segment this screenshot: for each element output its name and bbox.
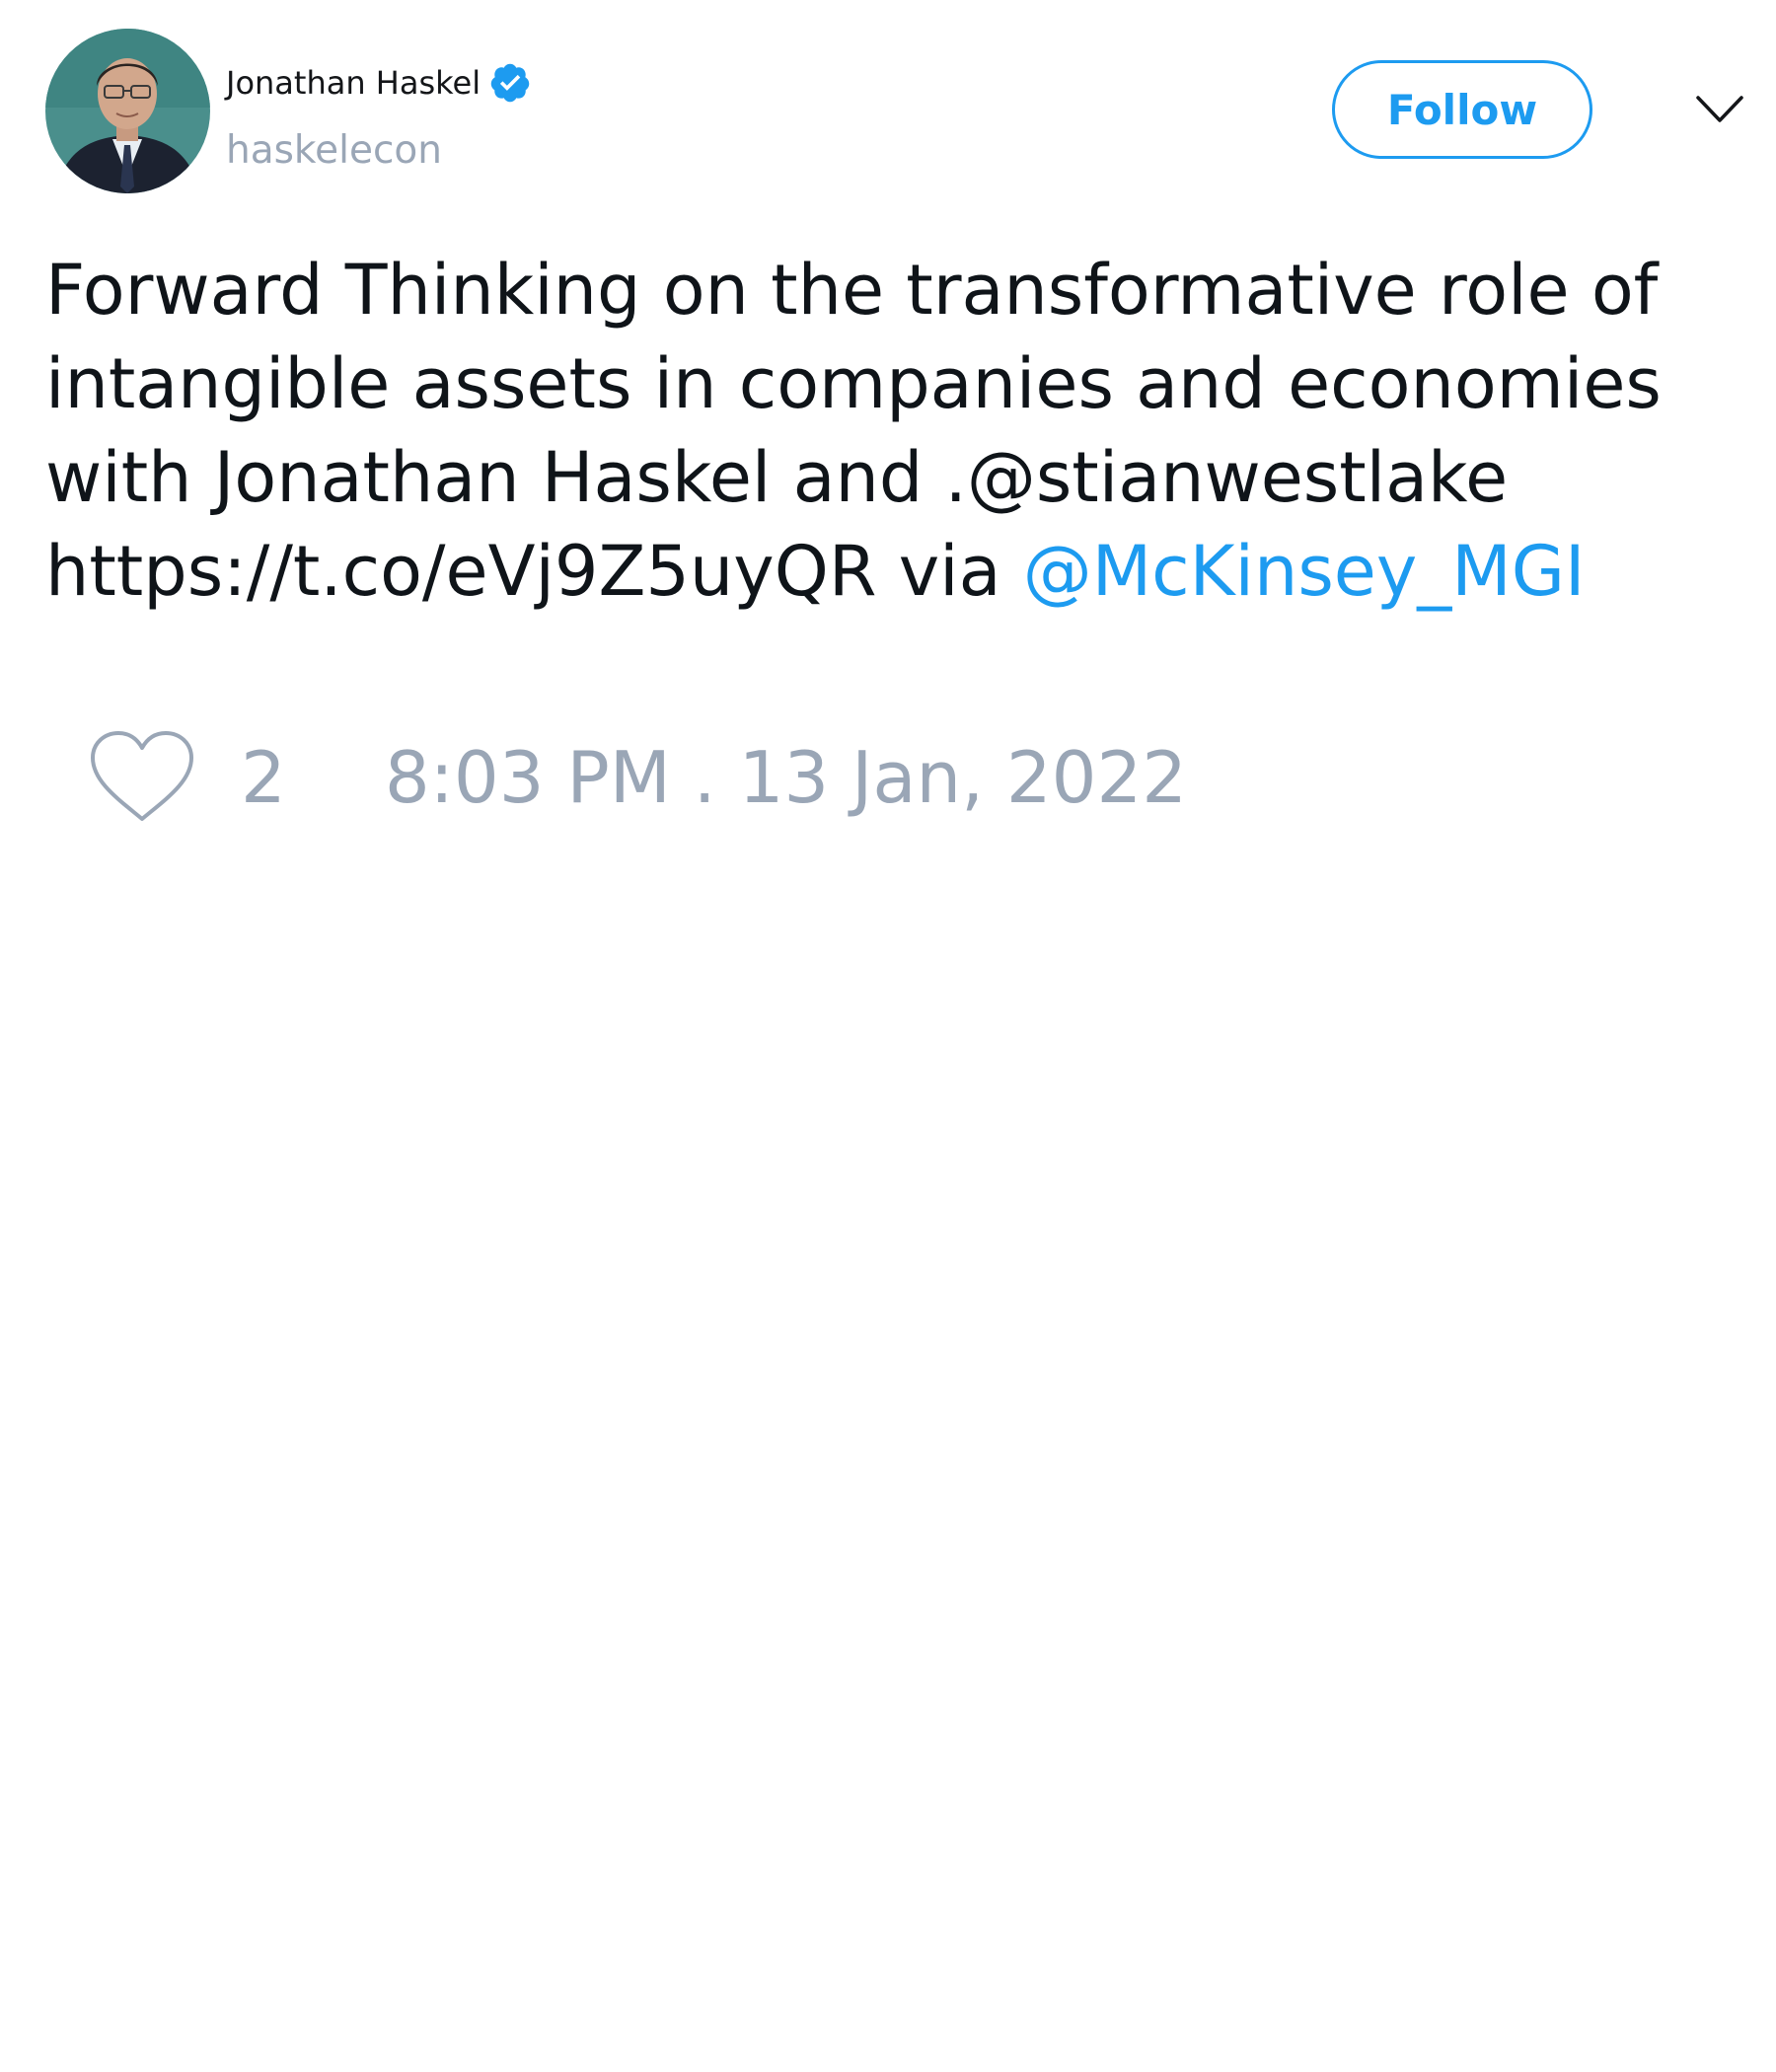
mention-link[interactable]: @McKinsey_MGI	[1023, 531, 1586, 612]
like-count: 2	[241, 736, 286, 819]
tweet-footer: 2 8:03 PM . 13 Jan, 2022	[89, 728, 1187, 827]
heart-outline-icon[interactable]	[89, 730, 195, 825]
author-name-row: Jonathan Haskel	[226, 61, 532, 105]
tweet-card: Jonathan Haskel haskelecon Follow Forwar…	[0, 0, 1776, 2072]
avatar[interactable]	[45, 29, 210, 193]
tweet-text-line: Forward Thinking on the transformative r…	[45, 250, 1659, 331]
author-display-name[interactable]: Jonathan Haskel	[226, 64, 481, 102]
author-handle[interactable]: haskelecon	[226, 128, 442, 173]
verified-badge-icon	[488, 61, 532, 105]
tweet-timestamp[interactable]: 8:03 PM . 13 Jan, 2022	[385, 736, 1187, 819]
tweet-text-line: https://t.co/eVj9Z5uyQR via @McKinsey_MG…	[45, 525, 1723, 619]
tweet-link-and-via[interactable]: https://t.co/eVj9Z5uyQR via	[45, 531, 1023, 612]
tweet-text-line: with Jonathan Haskel and .@stianwestlake	[45, 437, 1509, 518]
tweet-text: Forward Thinking on the transformative r…	[45, 244, 1723, 619]
tweet-text-line: intangible assets in companies and econo…	[45, 343, 1662, 424]
follow-button[interactable]: Follow	[1332, 60, 1592, 159]
chevron-down-icon[interactable]	[1695, 93, 1744, 126]
avatar-image	[45, 29, 210, 193]
